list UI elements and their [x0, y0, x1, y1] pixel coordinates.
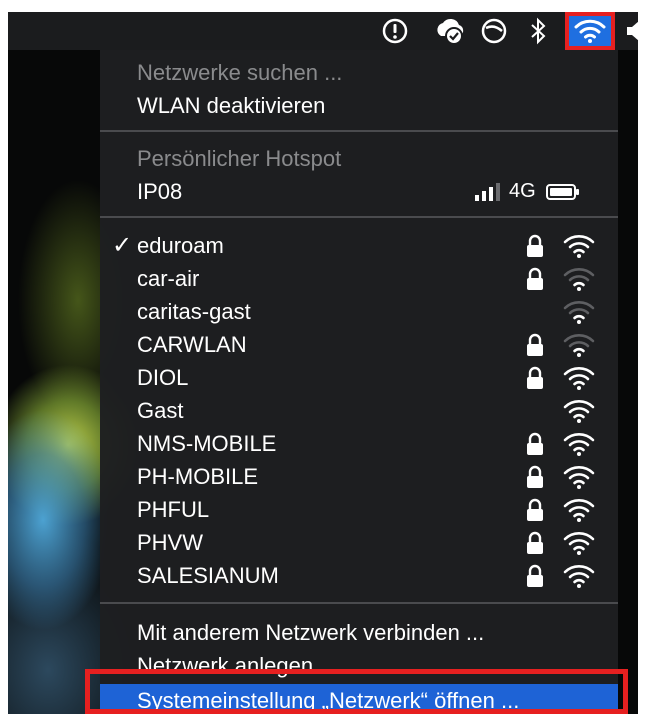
volume-icon[interactable]	[624, 15, 638, 47]
lock-icon	[527, 333, 543, 356]
open-network-preferences-item[interactable]: Systemeinstellung „Netzwerk“ öffnen ...	[100, 684, 618, 714]
lock-icon	[527, 465, 543, 488]
wifi-signal-icon	[563, 367, 595, 390]
wifi-signal-icon	[563, 235, 595, 258]
network-name: CARWLAN	[137, 332, 247, 357]
network-name: PHVW	[137, 530, 203, 555]
separator	[100, 602, 618, 604]
lock-icon	[527, 432, 543, 455]
disable-wifi-item[interactable]: WLAN deaktivieren	[100, 89, 618, 122]
network-name: caritas-gast	[137, 299, 251, 324]
lock-icon	[527, 531, 543, 554]
lock-icon	[527, 267, 543, 290]
network-item[interactable]: NMS-MOBILE	[100, 427, 618, 460]
wifi-icon	[574, 19, 606, 43]
disable-wifi-label: WLAN deaktivieren	[137, 93, 326, 118]
network-item[interactable]: caritas-gast	[100, 295, 618, 328]
scan-networks-item: Netzwerke suchen ...	[100, 56, 618, 89]
lock-icon	[527, 234, 543, 257]
hotspot-device-name: IP08	[137, 179, 183, 204]
network-name: DIOL	[137, 365, 189, 390]
network-item[interactable]: PHFUL	[100, 493, 618, 526]
wifi-signal-icon	[563, 466, 595, 489]
cellular-signal-icon	[475, 182, 500, 201]
separator	[100, 216, 618, 218]
cloud-sync-icon[interactable]	[432, 15, 468, 47]
wifi-signal-icon	[563, 433, 595, 456]
join-other-network-item[interactable]: Mit anderem Netzwerk verbinden ...	[100, 616, 618, 649]
hotspot-title-label: Persönlicher Hotspot	[137, 146, 342, 171]
menu-bar	[8, 12, 638, 50]
info-status-icon[interactable]	[380, 15, 410, 47]
time-machine-icon[interactable]	[478, 15, 510, 47]
lock-icon	[527, 564, 543, 587]
battery-icon	[545, 183, 579, 200]
network-name: PHFUL	[137, 497, 210, 522]
lock-icon	[527, 366, 543, 389]
network-name: PH-MOBILE	[137, 464, 259, 489]
separator	[100, 130, 618, 132]
network-item[interactable]: Gast	[100, 394, 618, 427]
wifi-signal-icon	[563, 400, 595, 423]
network-name: SALESIANUM	[137, 563, 279, 588]
network-name: eduroam	[137, 233, 224, 258]
network-item[interactable]: car-air	[100, 262, 618, 295]
wifi-signal-icon	[563, 565, 595, 588]
hotspot-item-ip08[interactable]: IP08 4G	[100, 175, 618, 208]
network-item[interactable]: DIOL	[100, 361, 618, 394]
create-network-label: Netzwerk anlegen ...	[137, 653, 338, 678]
wifi-signal-icon	[563, 268, 595, 291]
wifi-dropdown-menu: Netzwerke suchen ... WLAN deaktivieren P…	[100, 50, 618, 714]
create-network-item[interactable]: Netzwerk anlegen ...	[100, 649, 618, 682]
wifi-menu-button[interactable]	[565, 12, 615, 50]
network-item-eduroam[interactable]: ✓ eduroam	[100, 229, 618, 262]
hotspot-section-title: Persönlicher Hotspot	[100, 142, 618, 175]
network-item[interactable]: CARWLAN	[100, 328, 618, 361]
network-item[interactable]: SALESIANUM	[100, 559, 618, 592]
wifi-signal-icon	[563, 499, 595, 522]
open-prefs-label: Systemeinstellung „Netzwerk“ öffnen ...	[137, 688, 520, 713]
wifi-signal-icon	[563, 301, 595, 324]
network-item[interactable]: PHVW	[100, 526, 618, 559]
join-other-label: Mit anderem Netzwerk verbinden ...	[137, 620, 485, 645]
wifi-signal-icon	[563, 532, 595, 555]
checkmark-icon: ✓	[112, 232, 133, 259]
hotspot-status: 4G	[473, 175, 580, 208]
network-name: NMS-MOBILE	[137, 431, 277, 456]
bluetooth-icon[interactable]	[524, 15, 552, 47]
wifi-signal-icon	[563, 334, 595, 357]
network-item[interactable]: PH-MOBILE	[100, 460, 618, 493]
lock-icon	[527, 498, 543, 521]
network-name: car-air	[137, 266, 200, 291]
network-name: Gast	[137, 398, 184, 423]
network-type-label: 4G	[509, 180, 536, 202]
scan-networks-label: Netzwerke suchen ...	[137, 60, 343, 85]
screen: Netzwerke suchen ... WLAN deaktivieren P…	[8, 12, 638, 714]
